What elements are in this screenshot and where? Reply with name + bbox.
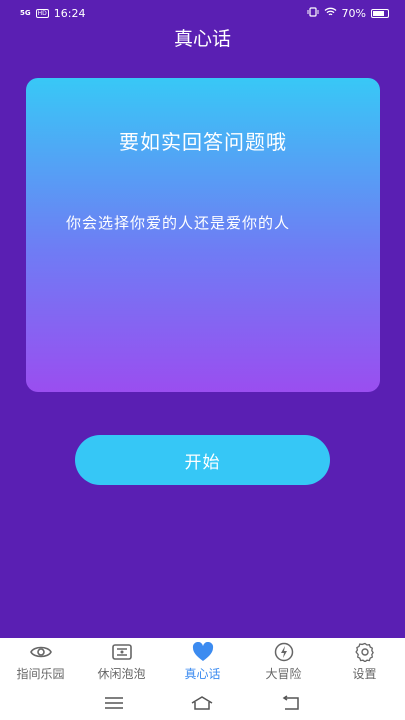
question-card: 要如实回答问题哦 你会选择你爱的人还是爱你的人 [26,78,380,392]
status-right: 70% [307,7,389,20]
tab-settings[interactable]: 设置 [324,638,405,686]
menu-icon[interactable] [101,693,127,713]
tab-leisure-bubbles[interactable]: 休闲泡泡 [81,638,162,686]
lightning-icon [273,642,295,662]
frame-icon [111,642,133,662]
wifi-icon [324,7,337,20]
tab-label: 大冒险 [265,667,302,681]
eye-icon [29,642,52,662]
home-icon[interactable] [189,693,215,713]
vibrate-icon [307,6,319,20]
heart-icon [192,642,214,662]
system-navigation-bar [0,686,405,720]
back-icon[interactable] [278,693,304,713]
tab-dare[interactable]: 大冒险 [243,638,324,686]
tab-label: 设置 [352,667,377,681]
battery-percent: 70% [341,6,366,20]
status-bar: 5G HD 16:24 70% [0,0,405,26]
tab-finger-park[interactable]: 指间乐园 [0,638,81,686]
status-left: 5G HD 16:24 [20,7,85,20]
tab-label: 休闲泡泡 [97,667,146,681]
tab-truth[interactable]: 真心话 [162,638,243,686]
tab-label: 指间乐园 [16,667,65,681]
page-title: 真心话 [173,28,231,50]
hd-badge: HD [35,8,49,18]
start-button[interactable]: 开始 [75,435,330,485]
bottom-nav: 指间乐园 休闲泡泡 真心话 大冒险 设置 [0,638,405,686]
tab-label: 真心话 [184,667,221,681]
battery-icon [371,8,389,18]
status-time: 16:24 [53,6,86,20]
question-text: 你会选择你爱的人还是爱你的人 [66,214,291,232]
signal-indicator: 5G [20,8,31,17]
card-heading: 要如实回答问题哦 [119,130,287,154]
gear-icon [354,642,376,662]
